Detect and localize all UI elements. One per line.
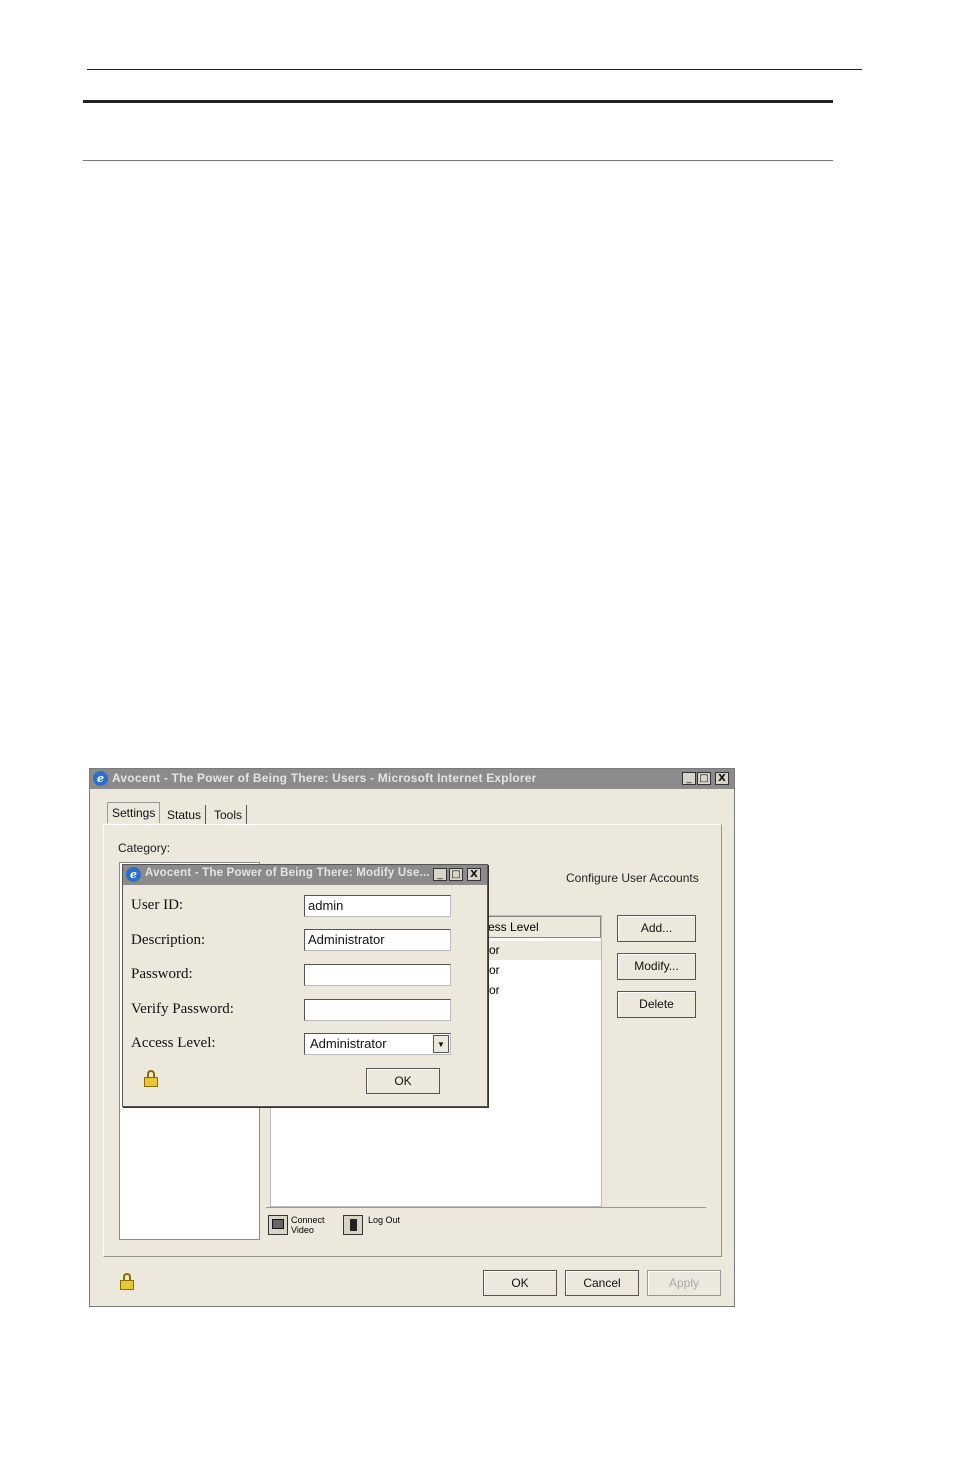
access-level-label: Access Level: xyxy=(131,1035,216,1051)
chevron-down-icon[interactable]: ▼ xyxy=(433,1035,449,1053)
dialog-ok-button[interactable]: OK xyxy=(366,1068,440,1094)
dialog-titlebar[interactable]: e Avocent - The Power of Being There: Mo… xyxy=(123,865,487,885)
dialog-lock-icon xyxy=(144,1070,158,1087)
log-out-icon[interactable] xyxy=(343,1215,363,1235)
access-level-select[interactable]: Administrator ▼ xyxy=(304,1033,451,1055)
header-rule-thick xyxy=(83,100,833,103)
delete-button[interactable]: Delete xyxy=(617,991,696,1018)
lock-icon xyxy=(120,1273,134,1290)
header-rule-bottom xyxy=(83,160,833,161)
connect-video-icon[interactable] xyxy=(268,1215,288,1235)
tab-settings[interactable]: Settings xyxy=(107,802,161,823)
access-level-value: Administrator xyxy=(310,1036,387,1051)
connect-video-label[interactable]: Connect Video xyxy=(291,1215,325,1235)
ok-button[interactable]: OK xyxy=(483,1270,557,1296)
footer-divider xyxy=(266,1207,706,1208)
category-label: Category: xyxy=(118,841,171,855)
table-row[interactable]: rator xyxy=(471,941,601,960)
window-titlebar[interactable]: e Avocent - The Power of Being There: Us… xyxy=(90,769,734,789)
maximize-button[interactable]: □ xyxy=(697,772,711,785)
tab-status[interactable]: Status xyxy=(163,805,207,825)
tab-tools[interactable]: Tools xyxy=(210,805,248,825)
user-id-field[interactable]: admin xyxy=(304,895,451,917)
dialog-close-button[interactable]: X xyxy=(467,868,481,881)
window-title: Avocent - The Power of Being There: User… xyxy=(112,771,537,785)
user-id-label: User ID: xyxy=(131,897,184,913)
modify-user-dialog: e Avocent - The Power of Being There: Mo… xyxy=(122,864,488,1107)
verify-password-field[interactable] xyxy=(304,999,451,1021)
dialog-minimize-button[interactable]: _ xyxy=(433,868,447,881)
modify-button[interactable]: Modify... xyxy=(617,953,696,980)
description-label: Description: xyxy=(131,932,206,948)
password-label: Password: xyxy=(131,966,193,982)
ie-icon: e xyxy=(93,771,108,786)
apply-button[interactable]: Apply xyxy=(647,1270,721,1296)
password-field[interactable] xyxy=(304,964,451,986)
description-field[interactable]: Administrator xyxy=(304,929,451,951)
add-button[interactable]: Add... xyxy=(617,915,696,942)
table-row[interactable]: rator xyxy=(471,961,601,980)
cancel-button[interactable]: Cancel xyxy=(565,1270,639,1296)
dialog-title: Avocent - The Power of Being There: Modi… xyxy=(145,867,430,879)
minimize-button[interactable]: _ xyxy=(682,772,696,785)
verify-password-label: Verify Password: xyxy=(131,1001,234,1017)
header-rule-thin xyxy=(87,69,862,70)
dialog-maximize-button[interactable]: □ xyxy=(449,868,463,881)
ie-icon: e xyxy=(126,867,141,882)
table-header-access-level[interactable]: ccess Level xyxy=(471,916,601,938)
close-button[interactable]: X xyxy=(715,772,729,785)
section-title: Configure User Accounts xyxy=(566,871,699,885)
log-out-label[interactable]: Log Out xyxy=(368,1215,400,1225)
table-row[interactable]: rator xyxy=(471,981,601,1000)
